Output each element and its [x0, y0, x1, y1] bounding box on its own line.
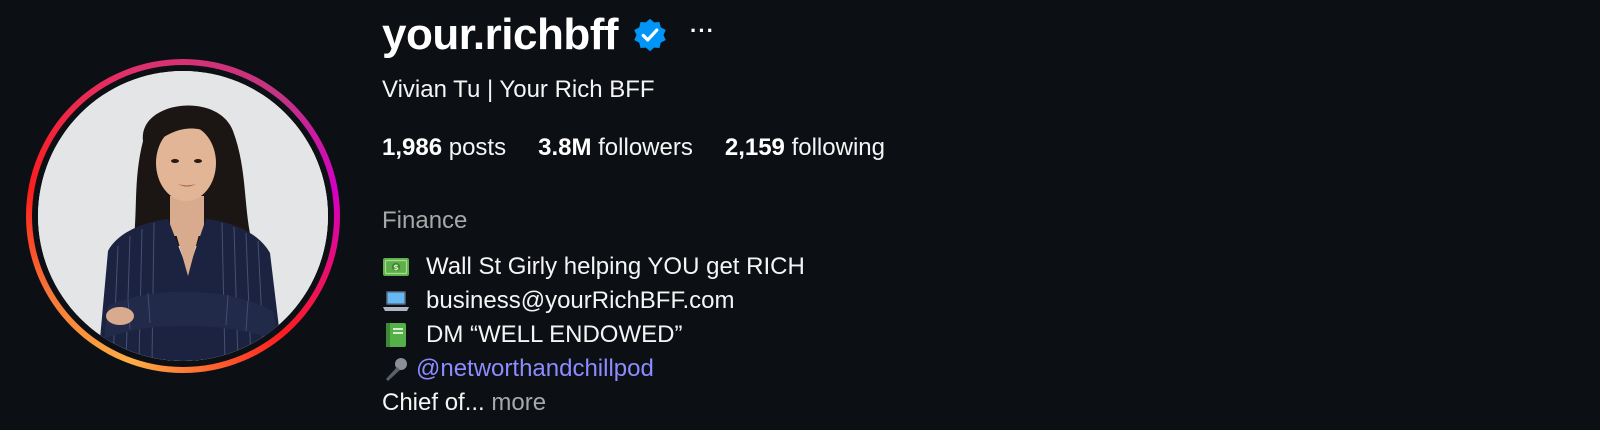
followers-count: 3.8M [538, 134, 592, 161]
bio-text-truncated: Chief of... [382, 389, 485, 416]
full-name: Vivian Tu | Your Rich BFF [382, 76, 655, 103]
following-count: 2,159 [724, 134, 785, 161]
bio-line: Chief of... more [382, 386, 805, 420]
bio-line: @networthandchillpod [382, 352, 805, 386]
bio: $ Wall St Girly helping YOU get RICH bus… [382, 250, 805, 420]
avatar-gap [32, 65, 334, 367]
more-link[interactable]: more [491, 386, 546, 420]
mention-link[interactable]: @networthandchillpod [416, 352, 654, 386]
green-book-icon [386, 323, 406, 347]
profile-header: your.richbff ··· Vivian Tu | Your Rich B… [0, 0, 1600, 430]
bio-line: DM “WELL ENDOWED” [382, 318, 805, 352]
laptop-icon [383, 291, 409, 311]
story-ring[interactable] [26, 59, 340, 373]
following-stat[interactable]: 2,159 following [725, 134, 885, 162]
svg-text:$: $ [393, 263, 399, 272]
profile-stats: 1,986 posts 3.8M followers 2,159 followi… [382, 134, 917, 162]
posts-label: posts [448, 134, 507, 161]
followers-stat[interactable]: 3.8M followers [538, 134, 693, 162]
more-options-button[interactable]: ··· [690, 18, 715, 44]
following-label: following [791, 134, 885, 161]
bio-text: Wall St Girly helping YOU get RICH [426, 253, 805, 280]
verified-badge-icon [634, 18, 666, 52]
username-row: your.richbff ··· [382, 10, 715, 60]
posts-count: 1,986 [382, 134, 443, 161]
username: your.richbff [382, 10, 619, 59]
microphone-icon [386, 358, 407, 381]
profile-category: Finance [382, 207, 468, 234]
followers-label: followers [598, 134, 693, 161]
posts-stat[interactable]: 1,986 posts [382, 134, 506, 162]
money-bill-icon: $ [383, 258, 409, 276]
avatar[interactable] [38, 71, 328, 361]
avatar-photo [38, 71, 328, 361]
bio-text: DM “WELL ENDOWED” [426, 321, 683, 348]
bio-email: business@yourRichBFF.com [426, 287, 735, 314]
bio-line: business@yourRichBFF.com [382, 284, 805, 318]
bio-line: $ Wall St Girly helping YOU get RICH [382, 250, 805, 284]
